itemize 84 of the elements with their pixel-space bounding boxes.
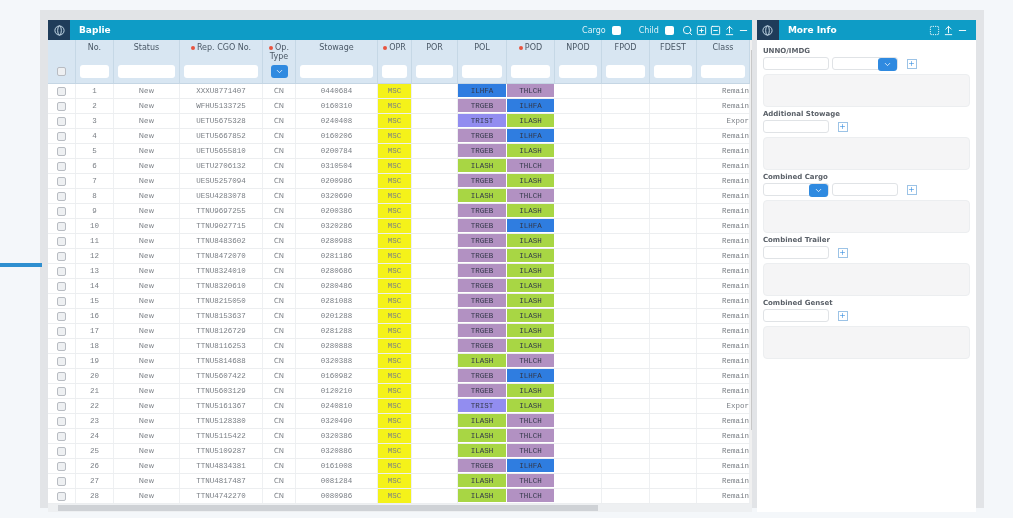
- checkbox[interactable]: [57, 236, 66, 246]
- add-button[interactable]: [837, 121, 848, 132]
- export-icon[interactable]: [943, 24, 954, 36]
- column-header: POR: [425, 43, 444, 54]
- column-header: No.: [86, 43, 103, 54]
- chevron-down-icon: [882, 60, 892, 69]
- input-field[interactable]: [762, 57, 829, 70]
- column-header: Rep. CGO No.: [180, 43, 262, 63]
- filter-field[interactable]: [382, 65, 407, 78]
- filter-field[interactable]: [654, 65, 692, 78]
- checkbox[interactable]: [57, 191, 66, 201]
- add-button[interactable]: [837, 247, 848, 258]
- filter-field[interactable]: [701, 65, 745, 78]
- filter-field[interactable]: [300, 65, 373, 78]
- checkbox[interactable]: [57, 401, 66, 411]
- input-field[interactable]: [831, 183, 898, 196]
- search-icon[interactable]: [681, 24, 693, 36]
- checkbox[interactable]: [57, 356, 66, 366]
- remove-icon[interactable]: [709, 24, 721, 36]
- checkbox[interactable]: [57, 371, 66, 381]
- checkbox[interactable]: [57, 101, 66, 111]
- add-button[interactable]: [906, 184, 917, 195]
- export-icon[interactable]: [723, 24, 735, 36]
- panel-title: More Info: [787, 25, 838, 35]
- column-header: Op. Type: [268, 43, 290, 63]
- filter-field[interactable]: [606, 65, 645, 78]
- filter-field[interactable]: [118, 65, 175, 78]
- checkbox[interactable]: [57, 281, 66, 291]
- add-icon[interactable]: [695, 24, 707, 36]
- column-header: POD: [507, 43, 554, 63]
- checkbox[interactable]: [57, 131, 66, 141]
- checkbox[interactable]: [57, 326, 66, 336]
- chevron-down-icon: [274, 67, 284, 76]
- globe-icon: [756, 20, 779, 40]
- column-header: Status: [132, 43, 161, 54]
- add-button[interactable]: [906, 58, 917, 69]
- column-header: POL: [473, 43, 491, 54]
- column-header: NPOD: [565, 43, 591, 54]
- grid-title: Baplie: [79, 25, 112, 35]
- checkbox[interactable]: [57, 461, 66, 471]
- column-header: OPR: [378, 43, 411, 63]
- checkbox[interactable]: [57, 386, 66, 396]
- checkbox[interactable]: [57, 67, 66, 76]
- add-button[interactable]: [837, 310, 848, 321]
- filter-field[interactable]: [80, 65, 109, 78]
- column-header: Stowage: [318, 43, 355, 54]
- checkbox[interactable]: [57, 221, 66, 231]
- checkbox[interactable]: [611, 25, 621, 35]
- checkbox[interactable]: [57, 446, 66, 456]
- checkbox[interactable]: [57, 206, 66, 216]
- checkbox[interactable]: [57, 176, 66, 186]
- input-field[interactable]: [762, 309, 829, 322]
- checkbox[interactable]: [57, 86, 66, 96]
- checkbox[interactable]: [57, 311, 66, 321]
- filter-field[interactable]: [462, 65, 502, 78]
- checkbox[interactable]: [57, 491, 66, 501]
- filter-field[interactable]: [559, 65, 597, 78]
- input-field[interactable]: [762, 120, 829, 133]
- dropdown[interactable]: [831, 57, 898, 70]
- column-header: FDEST: [659, 43, 687, 54]
- maximize-icon[interactable]: [929, 24, 940, 36]
- checkbox[interactable]: [57, 341, 66, 351]
- filter-field[interactable]: [511, 65, 550, 78]
- chevron-down-icon: [813, 186, 823, 195]
- checkbox[interactable]: [57, 161, 66, 171]
- checkbox[interactable]: [57, 296, 66, 306]
- checkbox[interactable]: [664, 25, 674, 35]
- filter-field[interactable]: [184, 65, 258, 78]
- horizontal-scrollbar[interactable]: [48, 504, 752, 512]
- checkbox[interactable]: [57, 431, 66, 441]
- toggle-label: Child: [638, 25, 659, 35]
- filter-dropdown[interactable]: [270, 65, 288, 78]
- checkbox[interactable]: [57, 266, 66, 276]
- checkbox[interactable]: [57, 476, 66, 486]
- checkbox[interactable]: [57, 116, 66, 126]
- column-header: FPOD: [613, 43, 638, 54]
- checkbox[interactable]: [57, 146, 66, 156]
- checkbox[interactable]: [57, 251, 66, 261]
- column-header: Class: [711, 43, 735, 54]
- input-field[interactable]: [762, 246, 829, 259]
- toggle-label: Cargo: [582, 25, 606, 35]
- dropdown[interactable]: [762, 183, 829, 196]
- filter-field[interactable]: [416, 65, 453, 78]
- checkbox[interactable]: [57, 416, 66, 426]
